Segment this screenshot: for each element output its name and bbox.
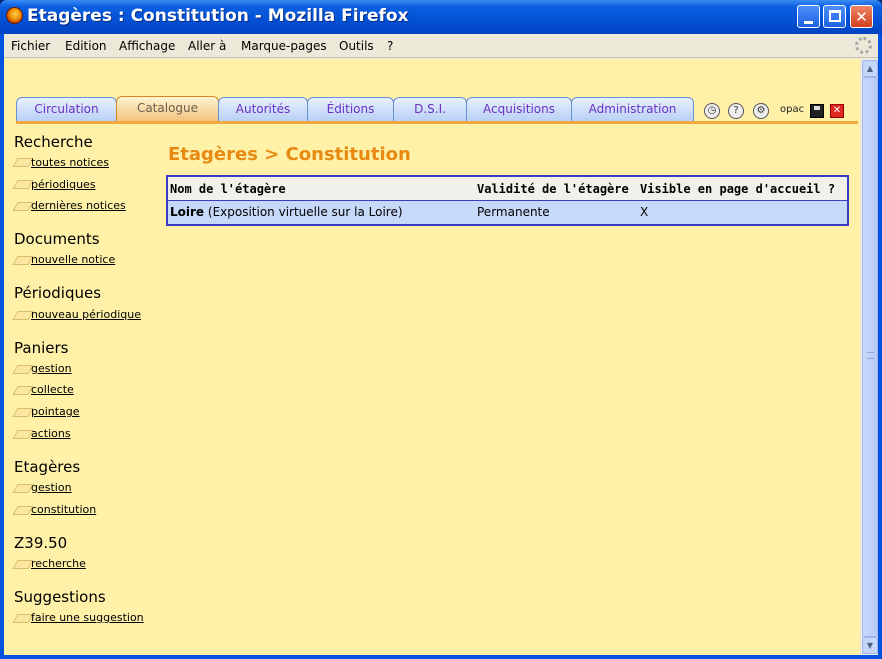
maximize-button[interactable] xyxy=(823,5,846,28)
menu-fichier[interactable]: Fichier xyxy=(11,39,50,53)
window-title: Etagères : Constitution - Mozilla Firefo… xyxy=(27,6,409,26)
shelf-validity: Permanente xyxy=(477,205,550,219)
save-icon[interactable] xyxy=(810,104,824,118)
clock-icon[interactable]: ◷ xyxy=(704,103,720,119)
section-paniers: Paniers xyxy=(14,339,69,357)
loading-throbber-icon xyxy=(855,37,872,54)
tab-acquisitions[interactable]: Acquisitions xyxy=(466,97,572,121)
menu-bar: Fichier Edition Affichage Aller à Marque… xyxy=(4,34,878,58)
table-header: Nom de l'étagère Validité de l'étagère V… xyxy=(168,177,847,201)
shelves-table: Nom de l'étagère Validité de l'étagère V… xyxy=(166,175,849,226)
link-paniers-gestion[interactable]: gestion xyxy=(31,362,72,375)
link-toutes-notices[interactable]: toutes notices xyxy=(31,156,109,169)
section-documents: Documents xyxy=(14,230,100,248)
section-z3950: Z39.50 xyxy=(14,534,68,552)
close-button[interactable]: ✕ xyxy=(850,5,873,28)
tab-editions[interactable]: Éditions xyxy=(307,97,394,121)
book-icon xyxy=(14,481,32,493)
firefox-icon xyxy=(6,7,23,24)
browser-client: Fichier Edition Affichage Aller à Marque… xyxy=(4,34,878,655)
grip-icon xyxy=(867,352,874,359)
menu-outils[interactable]: Outils xyxy=(339,39,374,53)
section-periodiques: Périodiques xyxy=(14,284,102,302)
menu-help[interactable]: ? xyxy=(387,39,393,53)
shelf-visible: X xyxy=(640,205,649,219)
menu-edition[interactable]: Edition xyxy=(65,39,107,53)
scroll-down-icon[interactable]: ▼ xyxy=(862,637,878,654)
vertical-scrollbar[interactable]: ▲ ▼ xyxy=(860,59,878,655)
section-recherche: Recherche xyxy=(14,133,93,151)
book-icon xyxy=(14,155,32,167)
link-collecte[interactable]: collecte xyxy=(31,383,74,396)
book-icon xyxy=(14,308,32,320)
link-nouveau-periodique[interactable]: nouveau périodique xyxy=(31,308,141,321)
header-visible: Visible en page d'accueil ? xyxy=(640,182,836,196)
menu-affichage[interactable]: Affichage xyxy=(119,39,175,53)
book-icon xyxy=(14,405,32,417)
section-suggestions: Suggestions xyxy=(14,588,106,606)
menu-marque-pages[interactable]: Marque-pages xyxy=(241,39,327,53)
tab-dsi[interactable]: D.S.I. xyxy=(393,97,467,121)
tabs-underline xyxy=(16,121,858,124)
book-icon xyxy=(14,177,32,189)
link-etageres-gestion[interactable]: gestion xyxy=(31,481,72,494)
tab-autorites[interactable]: Autorités xyxy=(218,97,308,121)
page-title: Etagères > Constitution xyxy=(168,144,411,165)
title-bar[interactable]: Etagères : Constitution - Mozilla Firefo… xyxy=(0,0,882,34)
logout-icon[interactable]: ✕ xyxy=(830,104,844,118)
shelf-description: (Exposition virtuelle sur la Loire) xyxy=(207,205,403,219)
minimize-icon xyxy=(804,21,813,24)
link-dernieres-notices[interactable]: dernières notices xyxy=(31,199,126,212)
book-icon xyxy=(14,611,32,623)
browser-window: Etagères : Constitution - Mozilla Firefo… xyxy=(0,0,882,659)
page-content: Circulation Catalogue Autorités Éditions… xyxy=(4,59,860,655)
header-validity: Validité de l'étagère xyxy=(477,182,629,196)
settings-icon[interactable]: ⚙ xyxy=(753,103,769,119)
book-icon xyxy=(14,427,32,439)
book-icon xyxy=(14,199,32,211)
header-name: Nom de l'étagère xyxy=(170,182,286,196)
scroll-up-icon[interactable]: ▲ xyxy=(862,60,878,77)
maximize-icon xyxy=(829,10,841,22)
link-faire-suggestion[interactable]: faire une suggestion xyxy=(31,611,144,624)
book-icon xyxy=(14,362,32,374)
link-actions[interactable]: actions xyxy=(31,427,71,440)
book-icon xyxy=(14,557,32,569)
close-icon: ✕ xyxy=(855,8,868,26)
section-etageres: Etagères xyxy=(14,458,81,476)
book-icon xyxy=(14,253,32,265)
book-icon xyxy=(14,503,32,515)
scroll-thumb[interactable] xyxy=(862,77,878,637)
tab-catalogue[interactable]: Catalogue xyxy=(116,96,219,122)
tab-circulation[interactable]: Circulation xyxy=(16,97,117,121)
minimize-button[interactable] xyxy=(797,5,820,28)
shelf-name: Loire xyxy=(170,205,205,219)
help-icon[interactable]: ? xyxy=(728,103,744,119)
menu-aller-a[interactable]: Aller à xyxy=(188,39,226,53)
tab-administration[interactable]: Administration xyxy=(571,97,694,121)
table-row[interactable]: Loire (Exposition virtuelle sur la Loire… xyxy=(168,201,847,224)
link-pointage[interactable]: pointage xyxy=(31,405,80,418)
link-periodiques[interactable]: périodiques xyxy=(31,178,96,191)
link-constitution[interactable]: constitution xyxy=(31,503,96,516)
link-nouvelle-notice[interactable]: nouvelle notice xyxy=(31,253,115,266)
book-icon xyxy=(14,383,32,395)
shelf-name-cell: Loire (Exposition virtuelle sur la Loire… xyxy=(170,205,403,219)
opac-link[interactable]: opac xyxy=(780,104,804,115)
link-z3950-recherche[interactable]: recherche xyxy=(31,557,86,570)
